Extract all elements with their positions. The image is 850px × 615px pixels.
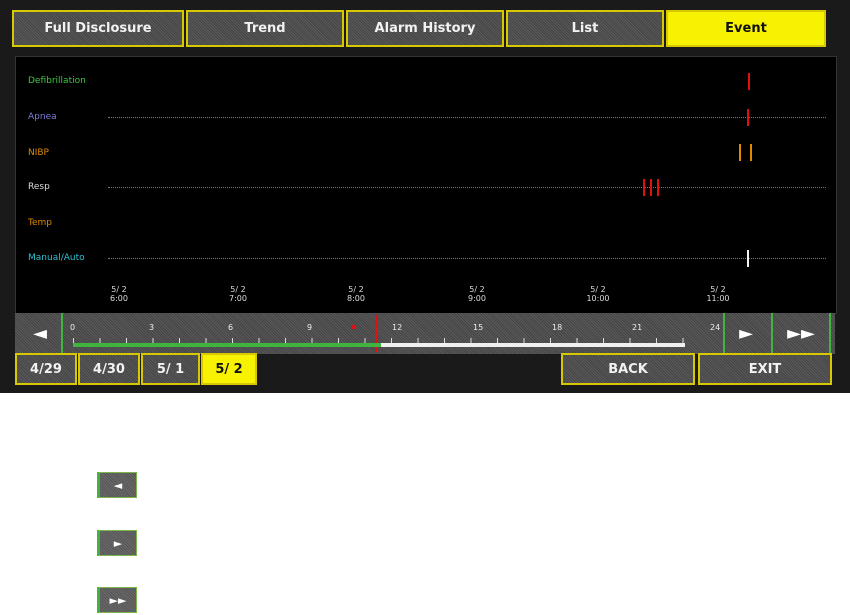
time-tick-9: 5/ 2 9:00 bbox=[468, 285, 486, 303]
event-marker-resp bbox=[657, 179, 659, 196]
row-gridline bbox=[108, 258, 826, 259]
timeline-hour-label: 18 bbox=[552, 323, 563, 332]
row-gridline bbox=[108, 117, 826, 118]
timeline-navigation: ◄ 0 3 6 9 12 15 18 21 24 ► ►► bbox=[15, 313, 835, 354]
timeline-ticks bbox=[73, 338, 685, 343]
timeline-hour-label: 15 bbox=[473, 323, 484, 332]
day-button-4-30[interactable]: 4/30 bbox=[78, 353, 140, 385]
row-label-temp: Temp bbox=[28, 218, 52, 228]
exit-button[interactable]: EXIT bbox=[698, 353, 832, 385]
remaining-range-bar bbox=[381, 343, 685, 347]
recorded-range-bar bbox=[73, 343, 381, 347]
event-marker-nibp bbox=[750, 144, 752, 161]
time-tick-6: 5/ 2 6:00 bbox=[110, 285, 128, 303]
row-label-nibp: NIBP bbox=[28, 148, 49, 158]
row-label-defibrillation: Defibrillation bbox=[28, 76, 86, 86]
legend-next-icon: ► bbox=[97, 530, 137, 556]
day-button-4-29[interactable]: 4/29 bbox=[15, 353, 77, 385]
next-button[interactable]: ► bbox=[723, 313, 767, 354]
time-tick-10: 5/ 2 10:00 bbox=[586, 285, 610, 303]
row-label-resp: Resp bbox=[28, 182, 50, 192]
row-label-manual-auto: Manual/Auto bbox=[28, 253, 85, 263]
monitor-screen: Full Disclosure Trend Alarm History List… bbox=[0, 0, 850, 393]
timeline-hour-label: 12 bbox=[392, 323, 403, 332]
fast-forward-button[interactable]: ►► bbox=[771, 313, 831, 354]
time-tick-7: 5/ 2 7:00 bbox=[229, 285, 247, 303]
timeline-hour-label: 21 bbox=[632, 323, 643, 332]
timeline-hour-label: 6 bbox=[228, 323, 234, 332]
triangle-right-icon: ► bbox=[739, 323, 753, 344]
legend-prev-icon: ◄ bbox=[97, 472, 137, 498]
tab-list[interactable]: List bbox=[506, 10, 664, 47]
triangle-left-icon: ◄ bbox=[33, 323, 47, 344]
triangle-left-icon: ◄ bbox=[113, 478, 123, 492]
day-button-5-1[interactable]: 5/ 1 bbox=[141, 353, 200, 385]
row-gridline bbox=[108, 187, 826, 188]
fast-forward-icon: ►► bbox=[109, 593, 127, 607]
timeline-hour-label: 0 bbox=[70, 323, 76, 332]
event-marker-resp bbox=[650, 179, 652, 196]
time-tick-8: 5/ 2 8:00 bbox=[347, 285, 365, 303]
event-marker-nibp bbox=[739, 144, 741, 161]
event-marker-defibrillation bbox=[748, 73, 750, 90]
tab-full-disclosure[interactable]: Full Disclosure bbox=[12, 10, 184, 47]
tab-alarm-history[interactable]: Alarm History bbox=[346, 10, 504, 47]
event-marker-resp bbox=[643, 179, 645, 196]
event-marker-apnea bbox=[747, 109, 749, 126]
time-tick-11: 5/ 2 11:00 bbox=[706, 285, 730, 303]
day-timeline[interactable]: 0 3 6 9 12 15 18 21 24 bbox=[67, 315, 723, 352]
timeline-hour-label: 3 bbox=[149, 323, 155, 332]
event-dot bbox=[352, 325, 356, 329]
tab-trend[interactable]: Trend bbox=[186, 10, 344, 47]
tab-event[interactable]: Event bbox=[666, 10, 826, 47]
fast-forward-icon: ►► bbox=[787, 323, 815, 344]
triangle-right-icon: ► bbox=[113, 536, 123, 550]
back-button[interactable]: BACK bbox=[561, 353, 695, 385]
event-marker-manual-auto bbox=[747, 250, 749, 267]
timeline-hour-label: 24 bbox=[710, 323, 721, 332]
timeline-hour-label: 9 bbox=[307, 323, 313, 332]
row-label-apnea: Apnea bbox=[28, 112, 57, 122]
legend-fast-forward-icon: ►► bbox=[97, 587, 137, 613]
prev-button[interactable]: ◄ bbox=[19, 313, 63, 354]
day-button-5-2[interactable]: 5/ 2 bbox=[201, 353, 257, 385]
event-chart: Defibrillation Apnea NIBP Resp Temp Manu… bbox=[15, 56, 837, 314]
